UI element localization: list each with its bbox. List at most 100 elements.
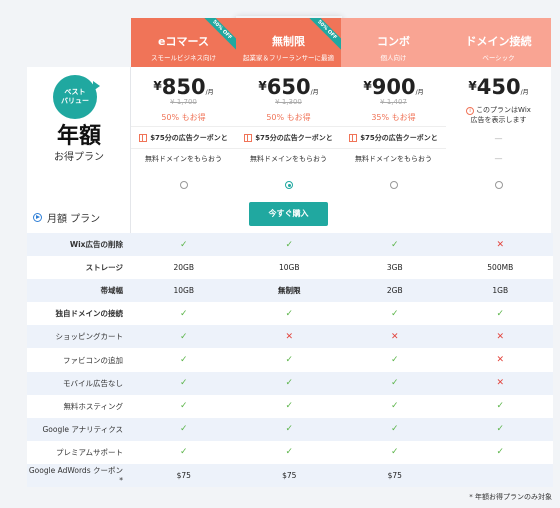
feature-value: 無制限 xyxy=(278,286,301,296)
check-icon: ✓ xyxy=(390,424,399,435)
plan-subtitle: スモールビジネス向け xyxy=(151,54,216,62)
check-icon: ✓ xyxy=(496,447,505,458)
feature-label: 独自ドメインの接続 xyxy=(55,309,124,319)
feature-label: ストレージ xyxy=(85,263,123,273)
free-domain-text: 無料ドメインをもらおう xyxy=(250,155,327,163)
check-icon: ✓ xyxy=(179,331,188,342)
old-price: ¥ 1,700 xyxy=(170,98,197,106)
plan-subtitle: 起業家＆フリーランサーに最適 xyxy=(243,54,334,62)
table-row: Google AdWords クーポン* $75 $75 $75 xyxy=(27,463,553,488)
coupon-text: $75分の広告クーポンと xyxy=(150,133,228,142)
feature-value: 10GB xyxy=(278,263,300,273)
coupon-text: $75分の広告クーポンと xyxy=(360,133,438,142)
badge-line2: バリュー xyxy=(61,97,89,105)
feature-label: Wix広告の削除 xyxy=(69,240,123,250)
feature-value: $75 xyxy=(282,470,297,480)
feature-value: 1GB xyxy=(492,286,509,296)
free-domain-text: 無料ドメインをもらおう xyxy=(145,155,222,163)
price: ¥450/月 xyxy=(446,75,551,99)
price-amount: 900 xyxy=(371,75,416,99)
buy-now-button[interactable]: 今すぐ購入 xyxy=(249,202,328,226)
table-row: Wix広告の削除 ✓ ✓ ✓ ✕ xyxy=(27,233,553,257)
check-icon: ✓ xyxy=(285,308,294,319)
check-icon: ✓ xyxy=(496,424,505,435)
price: ¥900/月 xyxy=(341,75,446,99)
savings-text: 50% もお得 xyxy=(266,113,311,122)
plan-body: ¥900/月 ¥ 1,407 35% もお得 $75分の広告クーポンと 無料ドメイ… xyxy=(341,67,446,233)
annual-subtitle: お得プラン xyxy=(54,152,104,163)
plan-name: ドメイン接続 xyxy=(465,35,532,48)
plan-name: コンボ xyxy=(377,35,410,48)
price-amount: 450 xyxy=(476,75,521,99)
plan-header: 無制限 起業家＆フリーランサーに最適 50% OFF xyxy=(236,18,341,67)
check-icon: ✓ xyxy=(285,355,294,366)
cross-icon: ✕ xyxy=(285,331,294,342)
price: ¥650/月 xyxy=(236,75,341,99)
check-icon: ✓ xyxy=(285,239,294,250)
feature-value: $75 xyxy=(176,470,191,480)
feature-value: 20GB xyxy=(173,263,194,273)
feature-label: 無料ホスティング xyxy=(63,401,123,411)
footnote: * 年額お得プランのみ対象 xyxy=(469,493,552,501)
best-value-badge: ベスト バリュー xyxy=(53,75,97,119)
badge-pointer xyxy=(93,81,100,91)
check-icon: ✓ xyxy=(285,378,294,389)
plan-radio[interactable] xyxy=(390,181,398,189)
check-icon: ✓ xyxy=(179,424,188,435)
feature-label: 帯域幅 xyxy=(100,286,124,296)
cross-icon: ✕ xyxy=(496,239,505,250)
free-domain-text: 無料ドメインをもらおう xyxy=(355,155,432,163)
wix-ads-warning: i このプランはWix 広告を表示します xyxy=(446,105,551,125)
check-icon: ✓ xyxy=(179,401,188,412)
warn-line1: このプランはWix xyxy=(476,106,531,114)
plan-column-3[interactable]: ドメイン接続 ベーシック ¥450/月 i このプランはWix 広告を表示します — … xyxy=(446,18,551,233)
plan-column-2[interactable]: コンボ 個人向け ¥900/月 ¥ 1,407 35% もお得 $75分の広告クー… xyxy=(341,18,446,233)
dash-placeholder: — xyxy=(494,154,503,163)
feature-label: プレミアムサポート xyxy=(56,447,123,457)
plan-subtitle: 個人向け xyxy=(380,54,407,62)
plan-header: コンボ 個人向け xyxy=(341,18,446,67)
plan-radio[interactable] xyxy=(285,181,293,189)
table-row: 無料ホスティング ✓ ✓ ✓ ✓ xyxy=(27,395,553,418)
currency-symbol: ¥ xyxy=(153,79,162,93)
feature-label: ショッピングカート xyxy=(55,332,124,342)
check-icon: ✓ xyxy=(496,308,505,319)
feature-value: 2GB xyxy=(386,286,403,296)
play-circle-icon xyxy=(33,213,42,222)
plan-radio[interactable] xyxy=(180,181,188,189)
gift-icon xyxy=(139,133,148,142)
savings-text: 35% もお得 xyxy=(371,113,416,122)
cross-icon: ✕ xyxy=(496,378,505,389)
dash-placeholder: — xyxy=(494,134,503,143)
plan-body: ¥450/月 i このプランはWix 広告を表示します — — xyxy=(446,67,551,233)
feature-value: 10GB xyxy=(173,286,194,296)
price-period: /月 xyxy=(310,89,319,96)
monthly-plan-link[interactable]: 月額 プラン xyxy=(33,210,100,225)
plan-radio[interactable] xyxy=(495,181,503,189)
table-row: ファビコンの追加 ✓ ✓ ✓ ✕ xyxy=(27,348,553,371)
table-row: プレミアムサポート ✓ ✓ ✓ ✓ xyxy=(27,441,553,464)
check-icon: ✓ xyxy=(179,447,188,458)
feature-label: Google AdWords クーポン* xyxy=(28,466,123,486)
check-icon: ✓ xyxy=(496,401,505,412)
plan-column-0[interactable]: eコマース スモールビジネス向け 50% OFF ¥850/月 ¥ 1,700 50… xyxy=(131,18,236,233)
price-amount: 850 xyxy=(161,75,206,99)
plan-body: ¥650/月 ¥ 1,300 50% もお得 $75分の広告クーポンと 無料ドメイ… xyxy=(236,67,341,233)
plan-header: eコマース スモールビジネス向け 50% OFF xyxy=(131,18,236,67)
table-row: Google アナリティクス ✓ ✓ ✓ ✓ xyxy=(27,417,553,441)
coupon-offer: $75分の広告クーポンと xyxy=(341,126,446,149)
monthly-plan-label: 月額 プラン xyxy=(47,214,101,225)
plan-subtitle: ベーシック xyxy=(482,54,515,62)
check-icon: ✓ xyxy=(179,239,188,250)
table-row: ストレージ 20GB 10GB 3GB 500MB xyxy=(27,256,553,279)
cross-icon: ✕ xyxy=(496,355,505,366)
coupon-offer: $75分の広告クーポンと xyxy=(236,126,341,149)
check-icon: ✓ xyxy=(390,308,399,319)
check-icon: ✓ xyxy=(390,447,399,458)
price-period: /月 xyxy=(520,89,529,96)
savings-text: 50% もお得 xyxy=(161,113,206,122)
plan-column-1[interactable]: 無制限 起業家＆フリーランサーに最適 50% OFF ¥650/月 ¥ 1,300 … xyxy=(236,18,341,233)
info-icon: i xyxy=(466,107,475,115)
feature-value: $75 xyxy=(387,470,402,480)
plan-body: ¥850/月 ¥ 1,700 50% もお得 $75分の広告クーポンと 無料ドメイ… xyxy=(131,67,236,233)
